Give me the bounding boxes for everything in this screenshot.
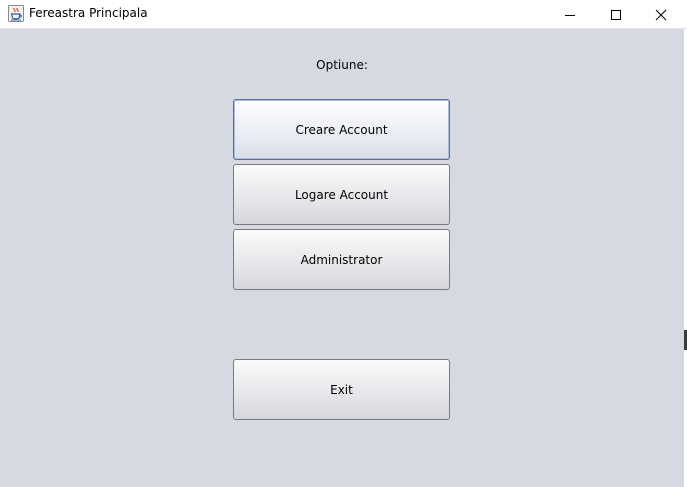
option-label-text: Optiune: [316,58,368,72]
login-account-button[interactable]: Logare Account [233,164,450,225]
option-label: Optiune: [0,58,684,72]
close-icon [655,9,667,21]
create-account-button[interactable]: Creare Account [233,99,450,160]
exit-button[interactable]: Exit [233,359,450,420]
title-bar[interactable]: Fereastra Principala [0,0,687,29]
maximize-icon [610,9,622,21]
java-cup-icon [8,5,24,22]
close-button[interactable] [638,0,684,29]
minimize-icon [564,9,576,21]
administrator-button[interactable]: Administrator [233,229,450,290]
window-title: Fereastra Principala [29,6,148,20]
maximize-button[interactable] [593,0,639,29]
minimize-button[interactable] [547,0,593,29]
